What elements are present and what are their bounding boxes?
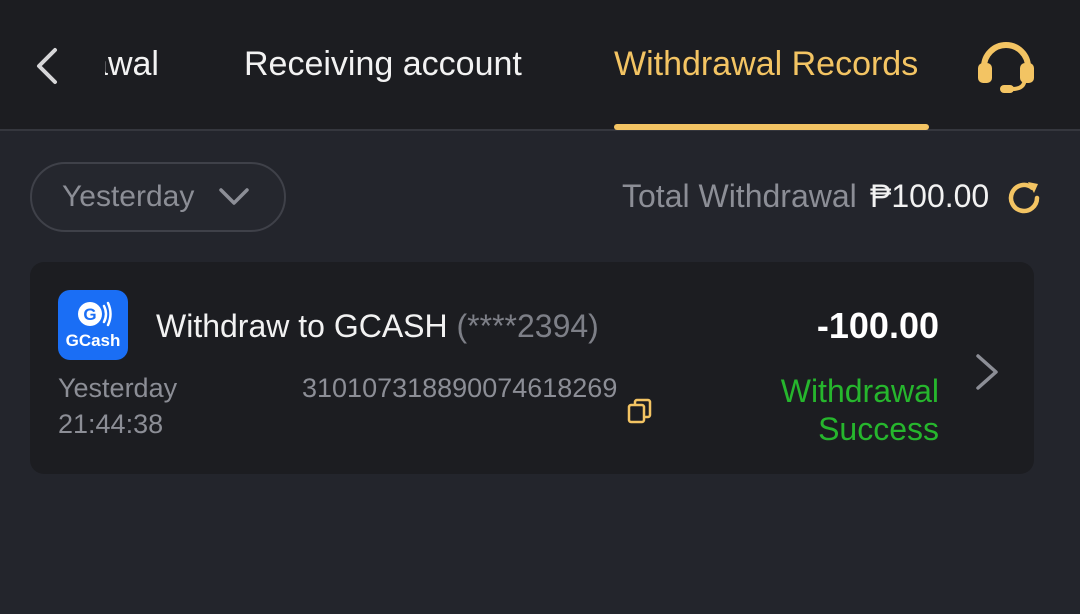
- active-tab-indicator: [614, 124, 929, 130]
- total-withdrawal-label: Total Withdrawal: [622, 178, 857, 214]
- chevron-left-icon: [37, 48, 57, 84]
- withdrawal-record-card[interactable]: G GCash Withdraw to GCASH (****2394) -10…: [30, 262, 1034, 474]
- back-button[interactable]: [26, 44, 66, 88]
- gcash-logo: G GCash: [58, 290, 128, 360]
- record-date: Yesterday: [58, 373, 178, 403]
- record-title: Withdraw to GCASH (****2394): [156, 306, 599, 346]
- chevron-right-icon: [976, 354, 998, 390]
- chevron-down-icon: [219, 188, 249, 205]
- tab-withdrawal[interactable]: Withdrawal: [105, 42, 159, 86]
- tab-withdrawal-clip: Withdrawal: [105, 42, 165, 86]
- record-time: 21:44:38: [58, 409, 164, 439]
- headset-icon: [978, 42, 1034, 93]
- refresh-icon: [1008, 182, 1040, 214]
- date-filter-dropdown[interactable]: Yesterday: [30, 162, 286, 232]
- record-status: Withdrawal Success: [780, 373, 939, 447]
- tab-receiving-account[interactable]: Receiving account: [244, 42, 522, 86]
- svg-text:G: G: [83, 305, 96, 324]
- gcash-g-icon: G: [78, 301, 112, 327]
- copy-icon[interactable]: [626, 396, 654, 424]
- refresh-button[interactable]: [1002, 176, 1046, 220]
- date-filter-value: Yesterday: [62, 180, 195, 213]
- gcash-logo-text: GCash: [65, 331, 121, 350]
- record-masked-account: (****2394): [456, 308, 599, 344]
- record-method: Withdraw to GCASH: [156, 308, 448, 344]
- record-order-id: 3101073188900746182​69: [302, 373, 618, 403]
- top-nav-bar: Withdrawal Receiving account Withdrawal …: [0, 0, 1080, 131]
- customer-support-button[interactable]: [972, 36, 1040, 96]
- total-withdrawal-value: ₱100.00: [870, 178, 990, 214]
- record-amount: -100.00: [816, 305, 939, 346]
- tab-withdrawal-records[interactable]: Withdrawal Records: [614, 42, 918, 86]
